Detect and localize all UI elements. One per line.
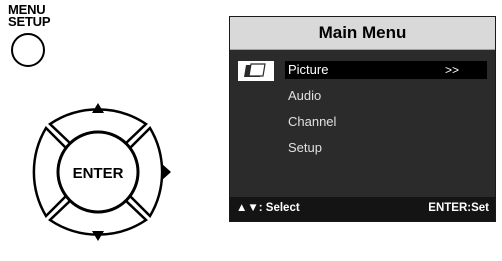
menu-item-picture[interactable]: Picture >> [285,61,487,79]
menu-item-setup[interactable]: Setup [285,139,487,157]
enter-set-hint: ENTER:Set [428,202,489,214]
direction-pad: ENTER [32,103,171,241]
select-hint: ▲▼: Select [236,202,300,214]
osd-title: Main Menu [318,23,407,42]
menu-item-label: Picture [288,62,329,77]
remote-control: MENU SETUP ENTER [0,0,200,261]
picture-category-icon [238,61,274,81]
menu-item-label: Setup [288,140,322,155]
down-arrow-icon [92,231,104,241]
osd-title-bar: Main Menu [230,17,495,50]
osd-footer: ▲▼: Select ENTER:Set [230,197,495,221]
submenu-arrow-icon: >> [444,63,459,77]
menu-item-channel[interactable]: Channel [285,113,487,131]
enter-label: ENTER [73,165,124,182]
menu-item-label: Audio [288,88,322,103]
menu-item-audio[interactable]: Audio [285,87,487,105]
right-arrow-icon [161,163,171,181]
menu-item-label: Channel [288,114,337,129]
up-arrow-icon [92,103,104,113]
osd-main-menu: Main Menu Picture >> Audio Channel Setup… [229,16,496,222]
